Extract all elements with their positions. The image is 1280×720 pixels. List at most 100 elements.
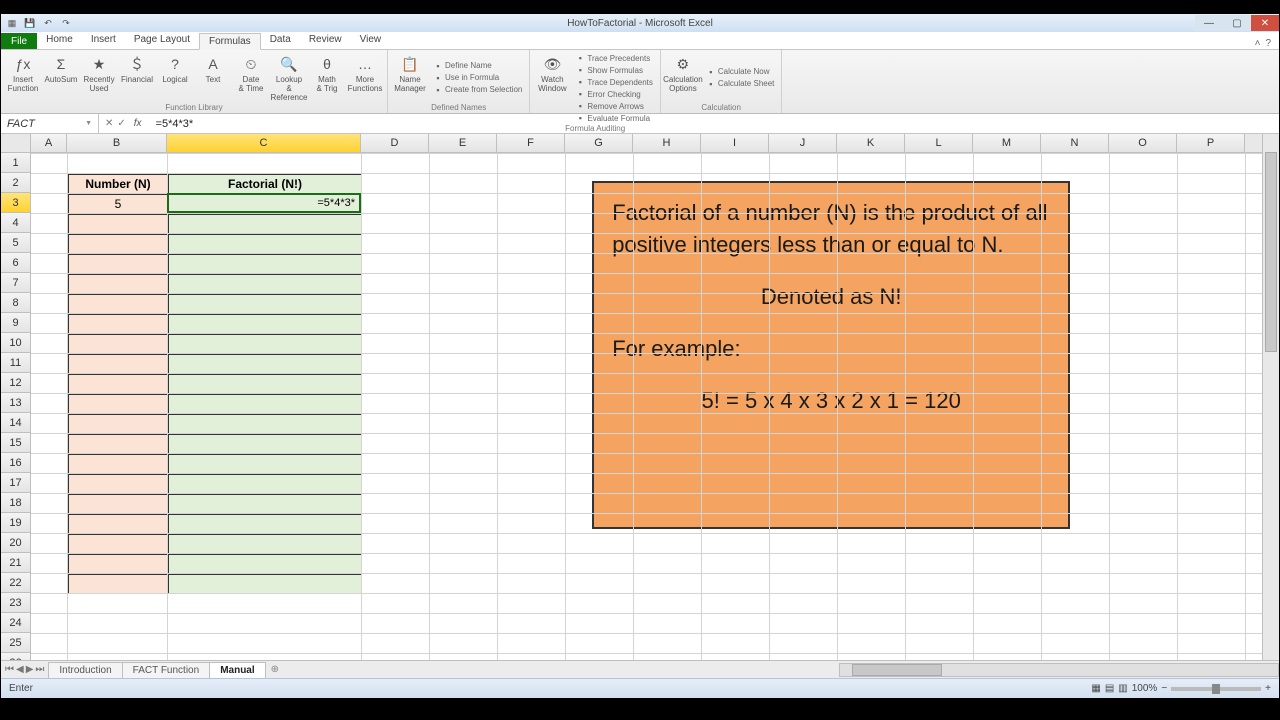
column-header-M[interactable]: M bbox=[973, 134, 1041, 152]
cell-b3[interactable]: 5 bbox=[68, 194, 168, 214]
cell-b9[interactable] bbox=[68, 314, 168, 334]
ribbon-item-define-name[interactable]: ▪Define Name bbox=[430, 60, 525, 72]
ribbon-button-text[interactable]: AText bbox=[195, 52, 231, 103]
header-factorial[interactable]: Factorial (N!) bbox=[168, 174, 362, 194]
row-header-11[interactable]: 11 bbox=[1, 353, 30, 373]
column-header-D[interactable]: D bbox=[361, 134, 429, 152]
ribbon-item-evaluate-formula[interactable]: ▪Evaluate Formula bbox=[572, 112, 656, 124]
cell-b5[interactable] bbox=[68, 234, 168, 254]
active-cell[interactable]: =5*4*3* bbox=[167, 193, 361, 213]
cell-c18[interactable] bbox=[168, 494, 362, 514]
ribbon-item-calculate-now[interactable]: ▪Calculate Now bbox=[703, 66, 777, 78]
ribbon-button-watch-window[interactable]: 👁WatchWindow bbox=[534, 52, 570, 124]
row-header-5[interactable]: 5 bbox=[1, 233, 30, 253]
row-header-25[interactable]: 25 bbox=[1, 633, 30, 653]
row-header-12[interactable]: 12 bbox=[1, 373, 30, 393]
name-box-dropdown-icon[interactable]: ▼ bbox=[85, 120, 92, 127]
minimize-button[interactable]: — bbox=[1195, 15, 1223, 31]
sheet-tab-introduction[interactable]: Introduction bbox=[48, 662, 122, 678]
new-sheet-icon[interactable]: ⊕ bbox=[265, 664, 285, 675]
row-header-2[interactable]: 2 bbox=[1, 173, 30, 193]
ribbon-button-name-manager[interactable]: 📋NameManager bbox=[392, 52, 428, 103]
tab-data[interactable]: Data bbox=[261, 32, 300, 49]
column-header-K[interactable]: K bbox=[837, 134, 905, 152]
cell-c7[interactable] bbox=[168, 274, 362, 294]
cancel-icon[interactable]: ✕ bbox=[105, 118, 113, 129]
ribbon-item-error-checking[interactable]: ▪Error Checking bbox=[572, 88, 656, 100]
minimize-ribbon-icon[interactable]: ˄ bbox=[1255, 38, 1261, 49]
formula-input[interactable]: =5*4*3* bbox=[152, 118, 1279, 130]
ribbon-button-date-time[interactable]: ⏲Date& Time bbox=[233, 52, 269, 103]
cell-b7[interactable] bbox=[68, 274, 168, 294]
select-all-corner[interactable] bbox=[1, 134, 31, 153]
view-layout-icon[interactable]: ▤ bbox=[1105, 683, 1114, 694]
cell-b17[interactable] bbox=[68, 474, 168, 494]
cell-c8[interactable] bbox=[168, 294, 362, 314]
cell-c15[interactable] bbox=[168, 434, 362, 454]
cell-c11[interactable] bbox=[168, 354, 362, 374]
cell-b12[interactable] bbox=[68, 374, 168, 394]
file-tab[interactable]: File bbox=[1, 33, 37, 49]
column-header-L[interactable]: L bbox=[905, 134, 973, 152]
ribbon-item-remove-arrows[interactable]: ▪Remove Arrows bbox=[572, 100, 656, 112]
row-header-20[interactable]: 20 bbox=[1, 533, 30, 553]
vertical-scrollbar[interactable] bbox=[1262, 134, 1279, 660]
cell-c21[interactable] bbox=[168, 554, 362, 574]
ribbon-button-insert-function[interactable]: ƒxInsertFunction bbox=[5, 52, 41, 103]
cell-c16[interactable] bbox=[168, 454, 362, 474]
tab-page-layout[interactable]: Page Layout bbox=[125, 32, 199, 49]
sheet-tab-fact-function[interactable]: FACT Function bbox=[122, 662, 211, 678]
cell-b16[interactable] bbox=[68, 454, 168, 474]
cell-c5[interactable] bbox=[168, 234, 362, 254]
cell-c22[interactable] bbox=[168, 574, 362, 594]
view-normal-icon[interactable]: ▦ bbox=[1091, 683, 1100, 694]
cell-c12[interactable] bbox=[168, 374, 362, 394]
row-header-22[interactable]: 22 bbox=[1, 573, 30, 593]
cell-b20[interactable] bbox=[68, 534, 168, 554]
column-header-I[interactable]: I bbox=[701, 134, 769, 152]
ribbon-item-trace-precedents[interactable]: ▪Trace Precedents bbox=[572, 52, 656, 64]
row-header-6[interactable]: 6 bbox=[1, 253, 30, 273]
sheet-nav-prev-icon[interactable]: ◀ bbox=[16, 664, 24, 675]
ribbon-button-more-functions[interactable]: …MoreFunctions bbox=[347, 52, 383, 103]
cell-c10[interactable] bbox=[168, 334, 362, 354]
cell-b4[interactable] bbox=[68, 214, 168, 234]
cell-b6[interactable] bbox=[68, 254, 168, 274]
row-header-13[interactable]: 13 bbox=[1, 393, 30, 413]
cell-b22[interactable] bbox=[68, 574, 168, 594]
cell-b11[interactable] bbox=[68, 354, 168, 374]
cell-c19[interactable] bbox=[168, 514, 362, 534]
row-header-3[interactable]: 3 bbox=[1, 193, 30, 213]
ribbon-button-autosum[interactable]: ΣAutoSum bbox=[43, 52, 79, 103]
row-header-9[interactable]: 9 bbox=[1, 313, 30, 333]
row-header-10[interactable]: 10 bbox=[1, 333, 30, 353]
ribbon-button-lookup-reference[interactable]: 🔍Lookup& Reference bbox=[271, 52, 307, 103]
save-icon[interactable]: 💾 bbox=[23, 16, 37, 30]
tab-formulas[interactable]: Formulas bbox=[199, 33, 261, 50]
maximize-button[interactable]: ▢ bbox=[1223, 15, 1251, 31]
column-header-P[interactable]: P bbox=[1177, 134, 1245, 152]
column-header-A[interactable]: A bbox=[31, 134, 67, 152]
sheet-nav-next-icon[interactable]: ▶ bbox=[26, 664, 34, 675]
cell-b8[interactable] bbox=[68, 294, 168, 314]
undo-icon[interactable]: ↶ bbox=[41, 16, 55, 30]
view-break-icon[interactable]: ▥ bbox=[1118, 683, 1127, 694]
ribbon-item-trace-dependents[interactable]: ▪Trace Dependents bbox=[572, 76, 656, 88]
redo-icon[interactable]: ↷ bbox=[59, 16, 73, 30]
close-button[interactable]: ✕ bbox=[1251, 15, 1279, 31]
cell-c4[interactable] bbox=[168, 214, 362, 234]
zoom-slider[interactable] bbox=[1171, 687, 1261, 691]
row-header-24[interactable]: 24 bbox=[1, 613, 30, 633]
cell-c20[interactable] bbox=[168, 534, 362, 554]
header-number[interactable]: Number (N) bbox=[68, 174, 168, 194]
column-header-E[interactable]: E bbox=[429, 134, 497, 152]
horizontal-scrollbar[interactable] bbox=[839, 663, 1279, 677]
cell-b13[interactable] bbox=[68, 394, 168, 414]
row-header-14[interactable]: 14 bbox=[1, 413, 30, 433]
tab-review[interactable]: Review bbox=[300, 32, 351, 49]
ribbon-item-show-formulas[interactable]: ▪Show Formulas bbox=[572, 64, 656, 76]
ribbon-item-calculate-sheet[interactable]: ▪Calculate Sheet bbox=[703, 78, 777, 90]
spreadsheet-grid[interactable]: ABCDEFGHIJKLMNOP 12345678910111213141516… bbox=[1, 134, 1279, 660]
column-header-H[interactable]: H bbox=[633, 134, 701, 152]
tab-insert[interactable]: Insert bbox=[82, 32, 125, 49]
